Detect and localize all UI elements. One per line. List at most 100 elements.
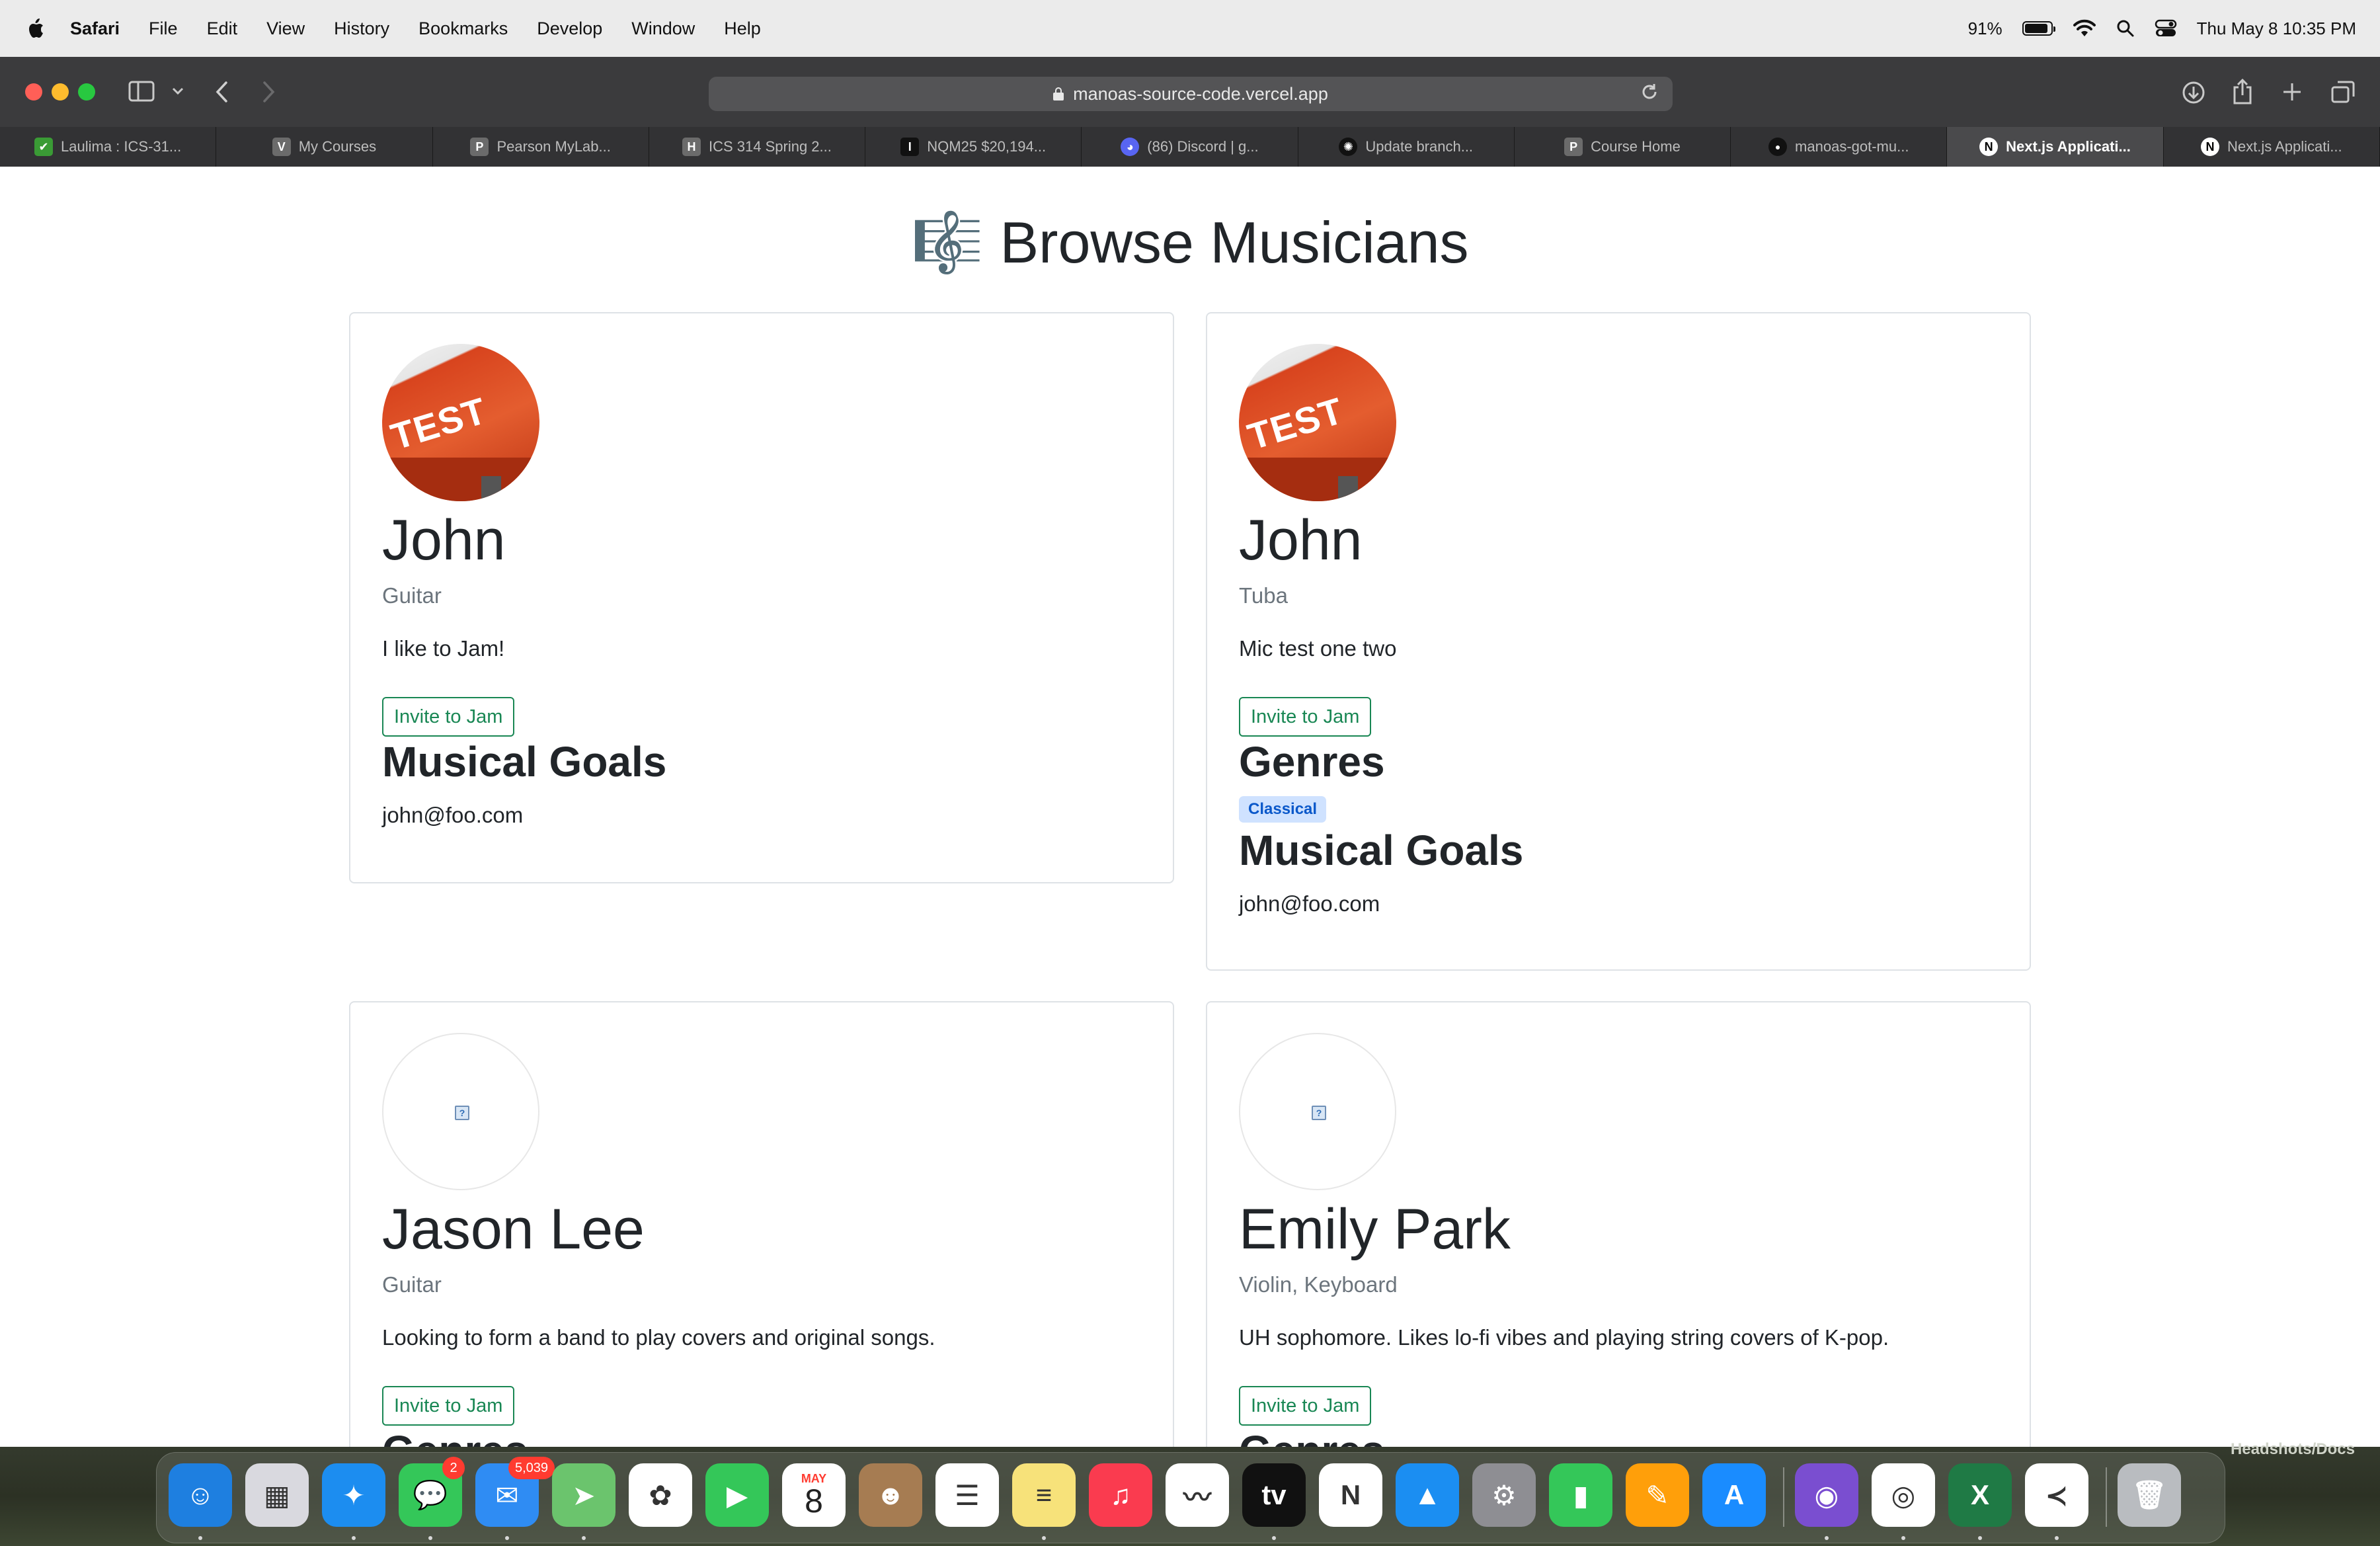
dock: ☺ ▦ ✦ 💬 2 ✉ 5,039 ➤ ✿ ▶ MAY 8 ☻ ☰ ≡ ♫ 〰 tv N ▲ ⚙ ▮ ✎ A ◉ ◎ X ≺ 🗑 [156, 1452, 2225, 1543]
menu-history[interactable]: History [334, 19, 389, 39]
chevron-down-icon[interactable] [172, 87, 184, 95]
menu-help[interactable]: Help [724, 19, 761, 39]
music-dock-icon[interactable]: ♫ [1089, 1463, 1152, 1527]
dock-separator [2106, 1467, 2107, 1527]
genres-heading: Genres [382, 1430, 528, 1447]
calendar-dock-icon[interactable]: MAY 8 [782, 1463, 846, 1527]
browser-tab[interactable]: H ICS 314 Spring 2... [649, 127, 866, 167]
menu-clock[interactable]: Thu May 8 10:35 PM [2197, 19, 2356, 39]
share-icon[interactable] [2232, 78, 2253, 104]
musician-card: ? Emily Park Violin, Keyboard UH sophomo… [1206, 1001, 2031, 1447]
spotlight-search-icon[interactable] [2116, 19, 2135, 38]
freeform-dock-icon[interactable]: 〰 [1166, 1463, 1229, 1527]
leaf-icon: ✔ [34, 138, 54, 156]
invite-to-jam-button[interactable]: Invite to Jam [1239, 697, 1372, 737]
site-letter-icon: I [900, 138, 920, 156]
excel-dock-icon[interactable]: X [1948, 1463, 2012, 1527]
sidebar-toggle-icon[interactable] [128, 81, 155, 102]
menu-file[interactable]: File [149, 19, 178, 39]
pages-dock-icon[interactable]: ✎ [1626, 1463, 1689, 1527]
maps-dock-icon[interactable]: ➤ [552, 1463, 615, 1527]
openai-icon: ✺ [1339, 138, 1358, 156]
running-indicator [1272, 1536, 1276, 1540]
minimize-window-button[interactable] [52, 83, 69, 101]
running-indicator [428, 1536, 432, 1540]
wifi-icon[interactable] [2073, 19, 2096, 38]
contacts-dock-icon[interactable]: ☻ [859, 1463, 922, 1527]
musician-name: Jason Lee [382, 1198, 645, 1261]
news-dock-icon[interactable]: N [1319, 1463, 1382, 1527]
chrome-dock-icon[interactable]: ◎ [1872, 1463, 1935, 1527]
facetime-dock-icon[interactable]: ▶ [705, 1463, 769, 1527]
invite-to-jam-button[interactable]: Invite to Jam [382, 1386, 515, 1426]
battery-icon[interactable] [2022, 21, 2055, 36]
invite-to-jam-button[interactable]: Invite to Jam [382, 697, 515, 737]
desktop-folder-label[interactable]: Headshots/Docs [2231, 1440, 2355, 1459]
running-indicator [1978, 1536, 1982, 1540]
battery-percent: 91% [1967, 18, 2003, 38]
notes-dock-icon[interactable]: ≡ [1012, 1463, 1076, 1527]
browser-tab[interactable]: V My Courses [216, 127, 433, 167]
reminders-dock-icon[interactable]: ☰ [935, 1463, 999, 1527]
launchpad-dock-icon[interactable]: ▦ [245, 1463, 309, 1527]
musician-card: TEST John Guitar I like to Jam! Invite t… [349, 312, 1174, 883]
running-indicator [198, 1536, 202, 1540]
browser-tab[interactable]: ● manoas-got-mu... [1731, 127, 1948, 167]
app-store-dock-icon[interactable]: A [1702, 1463, 1766, 1527]
control-center-icon[interactable] [2155, 19, 2177, 38]
nextjs-icon: N [1979, 138, 1999, 156]
desktop-wallpaper: ☺ ▦ ✦ 💬 2 ✉ 5,039 ➤ ✿ ▶ MAY 8 ☻ ☰ ≡ ♫ 〰 tv N ▲ ⚙ ▮ ✎ A ◉ ◎ X ≺ 🗑 [0, 1447, 2380, 1546]
browser-tab[interactable]: P Course Home [1514, 127, 1731, 167]
browser-tab[interactable]: ✔ Laulima : ICS-31... [0, 127, 217, 167]
trash-dock-icon[interactable]: 🗑 [2118, 1463, 2181, 1527]
menu-bookmarks[interactable]: Bookmarks [418, 19, 508, 39]
browser-tab[interactable]: ✺ Update branch... [1298, 127, 1515, 167]
back-arrow-icon[interactable] [216, 81, 229, 103]
tab-overview-icon[interactable] [2331, 81, 2355, 103]
vscode-dock-icon[interactable]: ≺ [2025, 1463, 2088, 1527]
browser-tab-label: Laulima : ICS-31... [61, 138, 182, 155]
zoom-window-button[interactable] [78, 83, 95, 101]
keynote-dock-icon[interactable]: ▲ [1396, 1463, 1459, 1527]
page-title: 🎼 Browse Musicians [911, 210, 1469, 275]
apple-logo-icon[interactable] [26, 18, 45, 39]
system-settings-dock-icon[interactable]: ⚙ [1472, 1463, 1536, 1527]
reload-icon[interactable] [1640, 82, 1659, 102]
menu-safari[interactable]: Safari [70, 19, 120, 39]
finder-dock-icon[interactable]: ☺ [169, 1463, 232, 1527]
close-window-button[interactable] [25, 83, 42, 101]
running-indicator [1042, 1536, 1046, 1540]
invite-to-jam-button[interactable]: Invite to Jam [1239, 1386, 1372, 1426]
github-desktop-dock-icon[interactable]: ◉ [1795, 1463, 1858, 1527]
menu-window[interactable]: Window [631, 19, 695, 39]
running-indicator [582, 1536, 586, 1540]
musician-instruments: Violin, Keyboard [1239, 1272, 1398, 1297]
musician-avatar: TEST [382, 344, 539, 501]
address-bar[interactable]: manoas-source-code.vercel.app [709, 77, 1673, 111]
new-tab-icon[interactable] [2282, 82, 2302, 102]
safari-dock-icon[interactable]: ✦ [322, 1463, 385, 1527]
photos-dock-icon[interactable]: ✿ [629, 1463, 692, 1527]
menu-develop[interactable]: Develop [537, 19, 602, 39]
genres-heading: Genres [1239, 1430, 1385, 1447]
apple-tv-dock-icon[interactable]: tv [1242, 1463, 1306, 1527]
menu-edit[interactable]: Edit [207, 19, 238, 39]
web-page: 🎼 Browse Musicians TEST John Guitar I li… [0, 167, 2380, 1447]
musician-description: I like to Jam! [382, 636, 505, 661]
address-bar-url: manoas-source-code.vercel.app [1073, 83, 1328, 104]
musician-card: TEST John Tuba Mic test one two Invite t… [1206, 312, 2031, 971]
browser-tab[interactable]: N Next.js Applicati... [2163, 127, 2380, 167]
forward-arrow-icon[interactable] [262, 81, 275, 103]
browser-tab[interactable]: P Pearson MyLab... [432, 127, 649, 167]
numbers-dock-icon[interactable]: ▮ [1549, 1463, 1612, 1527]
browser-tab-label: Update branch... [1365, 138, 1474, 155]
browser-tab[interactable]: ◕ (86) Discord | g... [1082, 127, 1298, 167]
tab-strip: ✔ Laulima : ICS-31... V My Courses P Pearson … [0, 127, 2380, 167]
musician-description: Mic test one two [1239, 636, 1397, 661]
browser-tab[interactable]: I NQM25 $20,194... [865, 127, 1082, 167]
downloads-icon[interactable] [2182, 81, 2205, 104]
menu-view[interactable]: View [266, 19, 305, 39]
browser-tab[interactable]: N Next.js Applicati... [1947, 127, 2164, 167]
musician-name: John [1239, 509, 1363, 572]
browser-tab-label: manoas-got-mu... [1795, 138, 1909, 155]
